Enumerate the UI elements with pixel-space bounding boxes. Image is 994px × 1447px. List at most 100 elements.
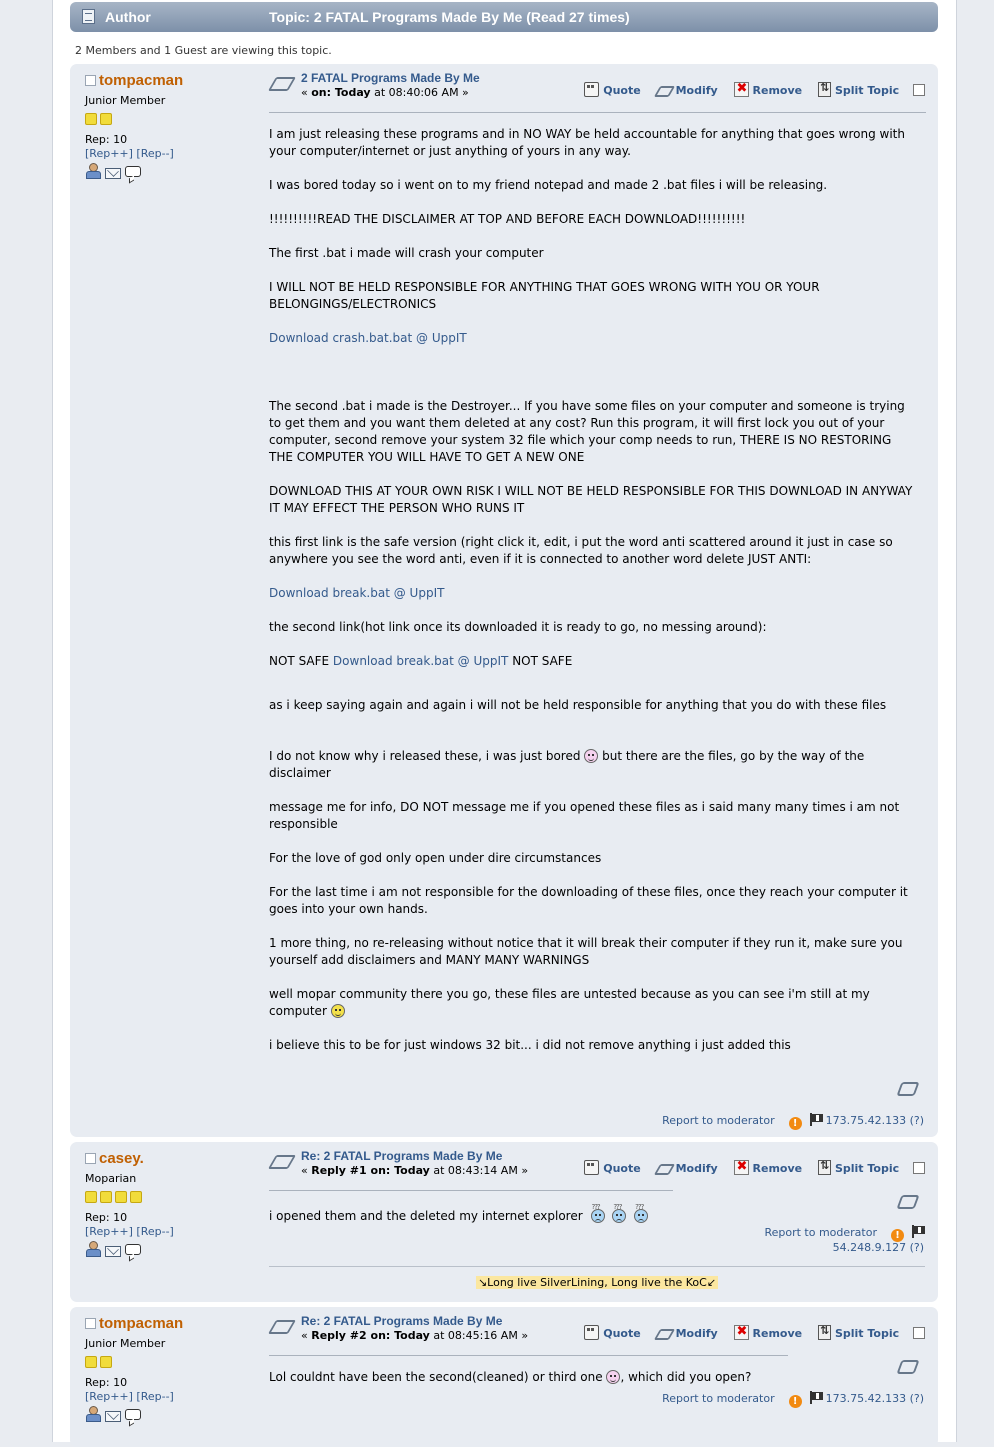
quote-button[interactable]: Quote xyxy=(584,1160,641,1175)
modify-icon xyxy=(653,1329,675,1340)
poster-username[interactable]: tompacman xyxy=(99,72,183,89)
smile-smiley-icon xyxy=(330,1004,345,1018)
header-divider xyxy=(269,1355,788,1356)
poster-ip: 173.75.42.133 xyxy=(825,1114,907,1127)
personal-message-icon[interactable] xyxy=(125,166,141,177)
personal-message-icon[interactable] xyxy=(125,1244,141,1255)
poster-info: casey. Moparian Rep: 10 [Rep++] [Rep--] xyxy=(85,1150,255,1259)
rep-plus-link[interactable]: [Rep++] xyxy=(85,1390,133,1403)
download-break-safe-link[interactable]: Download break.bat @ UppIT xyxy=(269,586,444,600)
topic-title: Topic: 2 FATAL Programs Made By Me (Read… xyxy=(269,9,630,25)
post-2: casey. Moparian Rep: 10 [Rep++] [Rep--] … xyxy=(70,1142,938,1302)
email-icon[interactable] xyxy=(105,168,121,179)
offline-status-icon xyxy=(85,1318,96,1329)
report-to-moderator-link[interactable]: Report to moderator xyxy=(764,1226,877,1239)
modify-button[interactable]: Modify xyxy=(653,1327,718,1340)
post-footer: Report to moderator! 173.75.42.133 (?) xyxy=(662,1391,924,1408)
poster-rank: Junior Member xyxy=(85,1337,166,1350)
rep-plus-link[interactable]: [Rep++] xyxy=(85,147,133,160)
split-icon xyxy=(817,81,831,97)
split-topic-button[interactable]: Split Topic xyxy=(817,1159,899,1175)
report-to-moderator-link[interactable]: Report to moderator xyxy=(662,1392,775,1405)
ip-icon xyxy=(910,1225,925,1238)
profile-icon[interactable] xyxy=(85,1241,101,1257)
offline-status-icon xyxy=(85,1153,96,1164)
rep-minus-link[interactable]: [Rep--] xyxy=(136,1225,173,1238)
quick-quote-icon[interactable] xyxy=(896,1360,920,1374)
quick-quote-icon[interactable] xyxy=(896,1082,920,1096)
quote-button[interactable]: Quote xyxy=(584,82,641,97)
modify-button[interactable]: Modify xyxy=(653,84,718,97)
post-body: Lol couldnt have been the second(cleaned… xyxy=(269,1370,752,1384)
post-subject[interactable]: Re: 2 FATAL Programs Made By Me xyxy=(301,1149,502,1163)
post-header: Re: 2 FATAL Programs Made By Me « Reply … xyxy=(267,1314,925,1350)
poster-ip: 54.248.9.127 xyxy=(832,1241,907,1254)
quick-quote-icon[interactable] xyxy=(896,1195,920,1209)
remove-button[interactable]: Remove xyxy=(733,81,802,97)
post-icon xyxy=(267,1320,297,1334)
ip-icon xyxy=(808,1113,823,1126)
post-header: 2 FATAL Programs Made By Me « on: Today … xyxy=(267,71,925,107)
post-1: tompacman Junior Member Rep: 10 [Rep++] … xyxy=(70,64,938,1137)
rep-minus-link[interactable]: [Rep--] xyxy=(136,1390,173,1403)
sad-smiley-icon xyxy=(612,1209,627,1223)
post-body: I am just releasing these programs and i… xyxy=(269,127,913,1052)
rank-stars xyxy=(85,113,255,127)
quote-icon xyxy=(584,1325,600,1340)
post-subject[interactable]: 2 FATAL Programs Made By Me xyxy=(301,71,480,85)
wink-smiley-icon xyxy=(584,749,599,763)
split-topic-button[interactable]: Split Topic xyxy=(817,1324,899,1340)
post-ip-row: 54.248.9.127 (?) xyxy=(829,1241,924,1254)
offline-status-icon xyxy=(85,75,96,86)
remove-button[interactable]: Remove xyxy=(733,1159,802,1175)
topic-icon xyxy=(82,9,95,24)
download-break-hot-link[interactable]: Download break.bat @ UppIT xyxy=(333,654,508,668)
ip-help-link[interactable]: (?) xyxy=(910,1114,924,1127)
star-icon xyxy=(85,1356,97,1368)
email-icon[interactable] xyxy=(105,1411,121,1422)
rank-stars xyxy=(85,1191,255,1205)
star-icon xyxy=(85,113,97,125)
post-date: « on: Today at 08:40:06 AM » xyxy=(301,86,469,99)
quote-icon xyxy=(584,82,600,97)
star-icon xyxy=(100,1191,112,1203)
star-icon xyxy=(115,1191,127,1203)
select-post-checkbox[interactable] xyxy=(913,1327,925,1339)
remove-icon xyxy=(733,81,749,97)
rep-plus-link[interactable]: [Rep++] xyxy=(85,1225,133,1238)
select-post-checkbox[interactable] xyxy=(913,1162,925,1174)
select-post-checkbox[interactable] xyxy=(913,84,925,96)
rank-stars xyxy=(85,1356,255,1370)
split-topic-button[interactable]: Split Topic xyxy=(817,81,899,97)
post-date: « Reply #2 on: Today at 08:45:16 AM » xyxy=(301,1329,529,1342)
star-icon xyxy=(85,1191,97,1203)
modify-button[interactable]: Modify xyxy=(653,1162,718,1175)
ip-help-link[interactable]: (?) xyxy=(910,1392,924,1405)
ip-help-link[interactable]: (?) xyxy=(910,1241,924,1254)
download-crash-link[interactable]: Download crash.bat.bat @ UppIT xyxy=(269,331,467,345)
signature: ↘Long live SilverLining, Long live the K… xyxy=(475,1276,719,1289)
reputation: Rep: 10 xyxy=(85,1211,128,1224)
poster-username[interactable]: casey. xyxy=(99,1150,144,1167)
ip-icon xyxy=(808,1391,823,1404)
header-divider xyxy=(269,1190,673,1191)
post-icon xyxy=(267,1155,297,1169)
poster-ip: 173.75.42.133 xyxy=(825,1392,907,1405)
poster-username[interactable]: tompacman xyxy=(99,1315,183,1332)
warning-icon: ! xyxy=(788,1117,802,1130)
remove-button[interactable]: Remove xyxy=(733,1324,802,1340)
post-body: i opened them and the deleted my interne… xyxy=(269,1203,669,1225)
star-icon xyxy=(100,113,112,125)
split-icon xyxy=(817,1324,831,1340)
post-subject[interactable]: Re: 2 FATAL Programs Made By Me xyxy=(301,1314,502,1328)
rep-minus-link[interactable]: [Rep--] xyxy=(136,147,173,160)
post-date: « Reply #1 on: Today at 08:43:14 AM » xyxy=(301,1164,529,1177)
email-icon[interactable] xyxy=(105,1246,121,1257)
star-icon xyxy=(100,1356,112,1368)
post-buttons: Quote Modify Remove Split Topic xyxy=(572,1159,925,1175)
profile-icon[interactable] xyxy=(85,163,101,179)
quote-button[interactable]: Quote xyxy=(584,1325,641,1340)
personal-message-icon[interactable] xyxy=(125,1409,141,1420)
report-to-moderator-link[interactable]: Report to moderator xyxy=(662,1114,775,1127)
profile-icon[interactable] xyxy=(85,1406,101,1422)
